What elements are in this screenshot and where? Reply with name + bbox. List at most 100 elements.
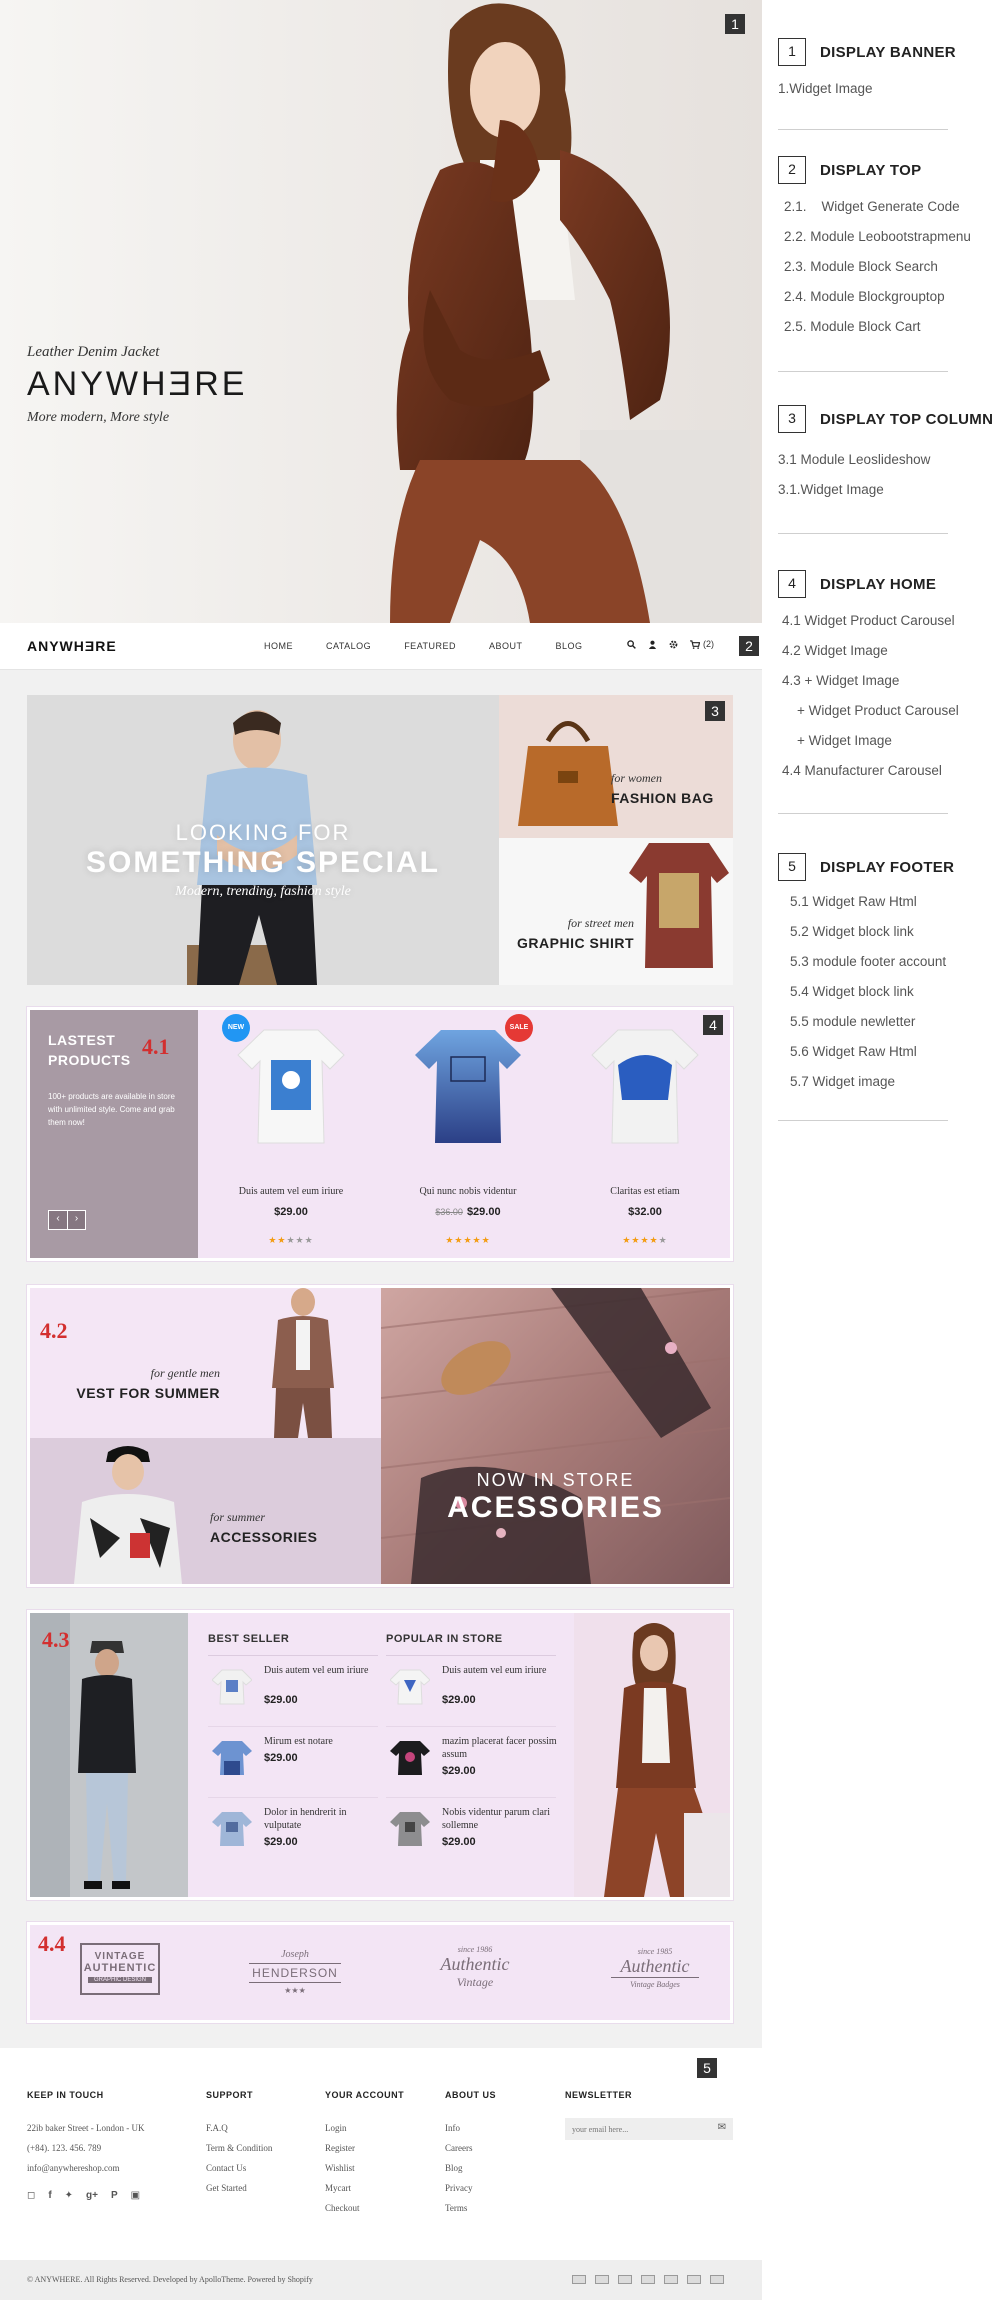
- footer-link[interactable]: F.A.Q: [206, 2118, 272, 2138]
- product-rating: ★★★★★: [268, 1235, 314, 1245]
- product-name[interactable]: Duis autem vel eum iriure: [264, 1664, 379, 1677]
- cart-button[interactable]: (2): [690, 639, 714, 649]
- product-name[interactable]: Duis autem vel eum iriure: [206, 1186, 376, 1197]
- footer-link[interactable]: Mycart: [325, 2178, 404, 2198]
- footer-link[interactable]: Blog: [445, 2158, 496, 2178]
- carousel-next-button[interactable]: ›: [67, 1211, 85, 1229]
- section-badge-1: 1: [725, 14, 745, 34]
- brand-line-3: Vintage Badges: [630, 1980, 680, 1989]
- list-item[interactable]: mazim placerat facer possim assum $29.00: [386, 1727, 557, 1798]
- brand-logo[interactable]: VINTAGE AUTHENTIC GRAPHIC DESIGN: [60, 1943, 180, 2005]
- youtube-icon[interactable]: ▣: [131, 2190, 140, 2201]
- tile-vest-for-summer[interactable]: for gentle men VEST FOR SUMMER: [30, 1288, 381, 1438]
- tile-fashion-bag-italic: for women: [611, 771, 662, 785]
- footer-link[interactable]: Checkout: [325, 2198, 404, 2218]
- legend-num: 3: [778, 405, 806, 433]
- nav-about[interactable]: ABOUT: [489, 641, 523, 651]
- newsletter-title: NEWSLETTER: [565, 2090, 632, 2100]
- gear-icon[interactable]: [669, 640, 678, 649]
- footer-link[interactable]: Register: [325, 2138, 404, 2158]
- tile-accessories[interactable]: for summer ACCESSORIES: [30, 1438, 381, 1584]
- footer-link[interactable]: Login: [325, 2118, 404, 2138]
- newsletter-email-input[interactable]: [565, 2118, 705, 2140]
- main-slideshow[interactable]: LOOKING FOR SOMETHING SPECIAL Modern, tr…: [27, 695, 499, 985]
- footer-link[interactable]: Careers: [445, 2138, 496, 2158]
- list-item[interactable]: Duis autem vel eum iriure $29.00: [386, 1656, 556, 1727]
- product-old-price: $36.00: [435, 1207, 463, 1217]
- legend-item: 2.1. Widget Generate Code: [784, 199, 960, 214]
- support-title: SUPPORT: [206, 2090, 254, 2100]
- banner-tagline: More modern, More style: [27, 410, 170, 425]
- legend-item: 5.1 Widget Raw Html: [790, 894, 917, 909]
- footer-link[interactable]: Contact Us: [206, 2158, 272, 2178]
- brand-logo[interactable]: since 1985 Authentic Vintage Badges: [595, 1943, 715, 2005]
- header-tools: (2): [627, 639, 714, 649]
- list-item[interactable]: Mirum est notare $29.00: [208, 1727, 378, 1798]
- footer-support: SUPPORT F.A.Q Term & Condition Contact U…: [206, 2090, 272, 2198]
- product-name[interactable]: Qui nunc nobis videntur: [383, 1186, 553, 1197]
- search-icon[interactable]: [627, 639, 636, 649]
- best-seller-list: BEST SELLER Duis autem vel eum iriure $2…: [208, 1633, 378, 1869]
- tile-now-in-store[interactable]: NOW IN STORE ACESSORIES: [381, 1288, 730, 1584]
- amex-icon: [618, 2275, 632, 2284]
- footer-link[interactable]: Info: [445, 2118, 496, 2138]
- product-name[interactable]: Nobis videntur parum clari sollemne: [442, 1806, 557, 1832]
- hook-legend: 1 DISPLAY BANNER 1.Widget Image 2 DISPLA…: [762, 0, 1000, 2300]
- facebook-icon[interactable]: f: [48, 2190, 51, 2201]
- carousel-prev-button[interactable]: ‹: [49, 1211, 67, 1229]
- nav-blog[interactable]: BLOG: [556, 641, 583, 651]
- tile-graphic-shirt-italic: for street men: [567, 916, 634, 930]
- banner-title: ANYWHƎRE: [27, 365, 248, 403]
- tile-graphic-shirt[interactable]: for street men GRAPHIC SHIRT: [499, 838, 733, 985]
- product-name[interactable]: Dolor in hendrerit in vulputate: [264, 1806, 379, 1832]
- product-card[interactable]: Claritas est etiam $32.00 ★★★★★: [560, 1010, 730, 1258]
- tile-fashion-bag[interactable]: for women FASHION BAG 3: [499, 695, 733, 838]
- nav-featured[interactable]: FEATURED: [404, 641, 456, 651]
- instagram-icon[interactable]: ◻: [27, 2190, 35, 2201]
- twitter-icon[interactable]: ✦: [65, 2190, 73, 2201]
- envelope-icon[interactable]: ✉: [718, 2122, 726, 2133]
- brand-logo[interactable]: since 1986 Authentic Vintage: [415, 1943, 535, 2005]
- footer-your-account: YOUR ACCOUNT Login Register Wishlist Myc…: [325, 2090, 404, 2218]
- footer-link[interactable]: Privacy: [445, 2178, 496, 2198]
- footer-link[interactable]: Wishlist: [325, 2158, 404, 2178]
- nav-home[interactable]: HOME: [264, 641, 293, 651]
- widget-image-grid: for gentle men VEST FOR SUMMER 4.2 for s…: [27, 1285, 733, 1587]
- tile-accessories-caption: ACCESSORIES: [210, 1529, 318, 1545]
- legend-item: 5.3 module footer account: [790, 954, 947, 969]
- product-name[interactable]: Claritas est etiam: [560, 1186, 730, 1197]
- product-name[interactable]: Duis autem vel eum iriure: [442, 1664, 557, 1677]
- footer-link[interactable]: Term & Condition: [206, 2138, 272, 2158]
- popular-in-store-list: POPULAR IN STORE Duis autem vel eum iriu…: [386, 1633, 557, 1869]
- discover-icon: [641, 2275, 655, 2284]
- hero-model-image: [390, 3, 750, 623]
- legend-title: DISPLAY BANNER: [820, 43, 956, 61]
- brand-line-3: ★★★: [284, 1986, 306, 1995]
- legend-item: + Widget Image: [782, 733, 892, 748]
- contact-email[interactable]: info@anywhereshop.com: [27, 2158, 144, 2178]
- google-plus-icon[interactable]: g+: [86, 2190, 98, 2201]
- product-card[interactable]: NEW Duis autem vel eum iriure $29.00 ★★★…: [206, 1010, 376, 1258]
- slide-caption: LOOKING FOR SOMETHING SPECIAL Modern, tr…: [27, 820, 499, 900]
- legend-item: 2.2. Module Leobootstrapmenu: [784, 229, 971, 244]
- section-label-4-2: 4.2: [40, 1318, 68, 1343]
- product-rating: ★★★★★: [445, 1235, 491, 1245]
- footer-link[interactable]: Get Started: [206, 2178, 272, 2198]
- widget-product-lists: 4.3 BEST SELLER Duis autem vel eum iriur…: [27, 1610, 733, 1900]
- product-name[interactable]: mazim placerat facer possim assum: [442, 1735, 557, 1761]
- user-icon[interactable]: [648, 640, 657, 649]
- footer-link[interactable]: Terms: [445, 2198, 496, 2218]
- list-item[interactable]: Nobis videntur parum clari sollemne $29.…: [386, 1798, 556, 1869]
- brand-logo[interactable]: Joseph HENDERSON ★★★: [235, 1943, 355, 2005]
- site-logo[interactable]: ANYWHƎRE: [27, 638, 117, 654]
- product-card[interactable]: SALE Qui nunc nobis videntur $36.00 $29.0…: [383, 1010, 553, 1258]
- list-item[interactable]: Duis autem vel eum iriure $29.00: [208, 1656, 378, 1727]
- list-item[interactable]: Dolor in hendrerit in vulputate $29.00: [208, 1798, 378, 1869]
- nav-catalog[interactable]: CATALOG: [326, 641, 371, 651]
- hero-banner[interactable]: Leather Denim Jacket ANYWHƎRE More moder…: [0, 0, 762, 623]
- pinterest-icon[interactable]: P: [111, 2190, 118, 2201]
- slide-line-3: Modern, trending, fashion style: [175, 884, 351, 899]
- product-thumb: [212, 1741, 252, 1775]
- product-name[interactable]: Mirum est notare: [264, 1735, 379, 1748]
- legend-item: 5.4 Widget block link: [790, 984, 914, 999]
